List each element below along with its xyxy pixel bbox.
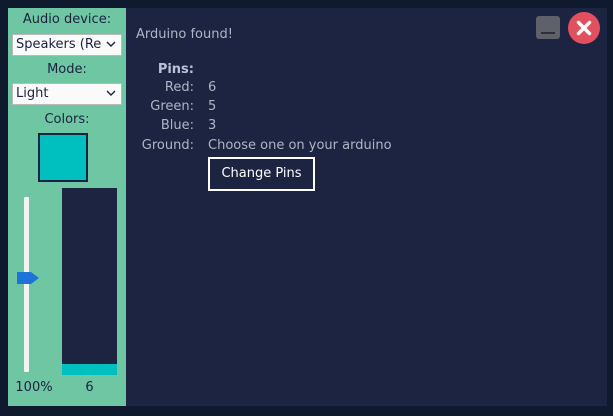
app-window: Audio device: Speakers (Re Mode: Light C…: [0, 0, 613, 416]
main-panel: Arduino found! Pins: Red: 6 Green: 5 Blu…: [126, 8, 607, 406]
pin-label: Green:: [150, 99, 194, 114]
pin-value: Choose one on your arduino: [208, 138, 392, 153]
pin-value: 3: [208, 118, 217, 133]
chevron-down-icon: [106, 41, 116, 47]
mode-value: Light: [16, 86, 49, 101]
pin-label: Ground:: [141, 138, 194, 153]
minimize-button[interactable]: [536, 16, 560, 39]
sidebar: Audio device: Speakers (Re Mode: Light C…: [8, 8, 126, 406]
mode-label: Mode:: [47, 62, 87, 77]
audio-device-select[interactable]: Speakers (Re: [12, 34, 122, 56]
pin-row-green: Green: 5: [126, 99, 607, 117]
color-swatch[interactable]: [38, 133, 88, 182]
pin-label: Blue:: [160, 118, 194, 133]
audio-device-value: Speakers (Re: [16, 37, 102, 52]
close-icon: [576, 20, 592, 36]
colors-label: Colors:: [44, 112, 90, 127]
mode-select[interactable]: Light: [12, 83, 122, 105]
close-button[interactable]: [568, 12, 600, 44]
pins-heading: Pins:: [157, 62, 194, 77]
meter-value: 6: [85, 380, 94, 395]
level-meter: [62, 188, 117, 375]
pin-label: Red:: [164, 80, 194, 95]
pin-value: 6: [208, 80, 217, 95]
pin-row-ground: Ground: Choose one on your arduino: [126, 138, 607, 156]
volume-value: 100%: [15, 380, 53, 395]
volume-slider-thumb[interactable]: [16, 271, 40, 285]
minimize-icon: [541, 32, 555, 34]
change-pins-button[interactable]: Change Pins: [208, 157, 315, 191]
status-text: Arduino found!: [136, 27, 233, 42]
pins-heading-row: Pins:: [126, 62, 607, 80]
pin-value: 5: [208, 99, 217, 114]
chevron-down-icon: [106, 90, 116, 96]
level-meter-fill: [62, 364, 117, 375]
pin-row-blue: Blue: 3: [126, 118, 607, 136]
audio-device-label: Audio device:: [22, 12, 112, 27]
pin-row-red: Red: 6: [126, 80, 607, 98]
